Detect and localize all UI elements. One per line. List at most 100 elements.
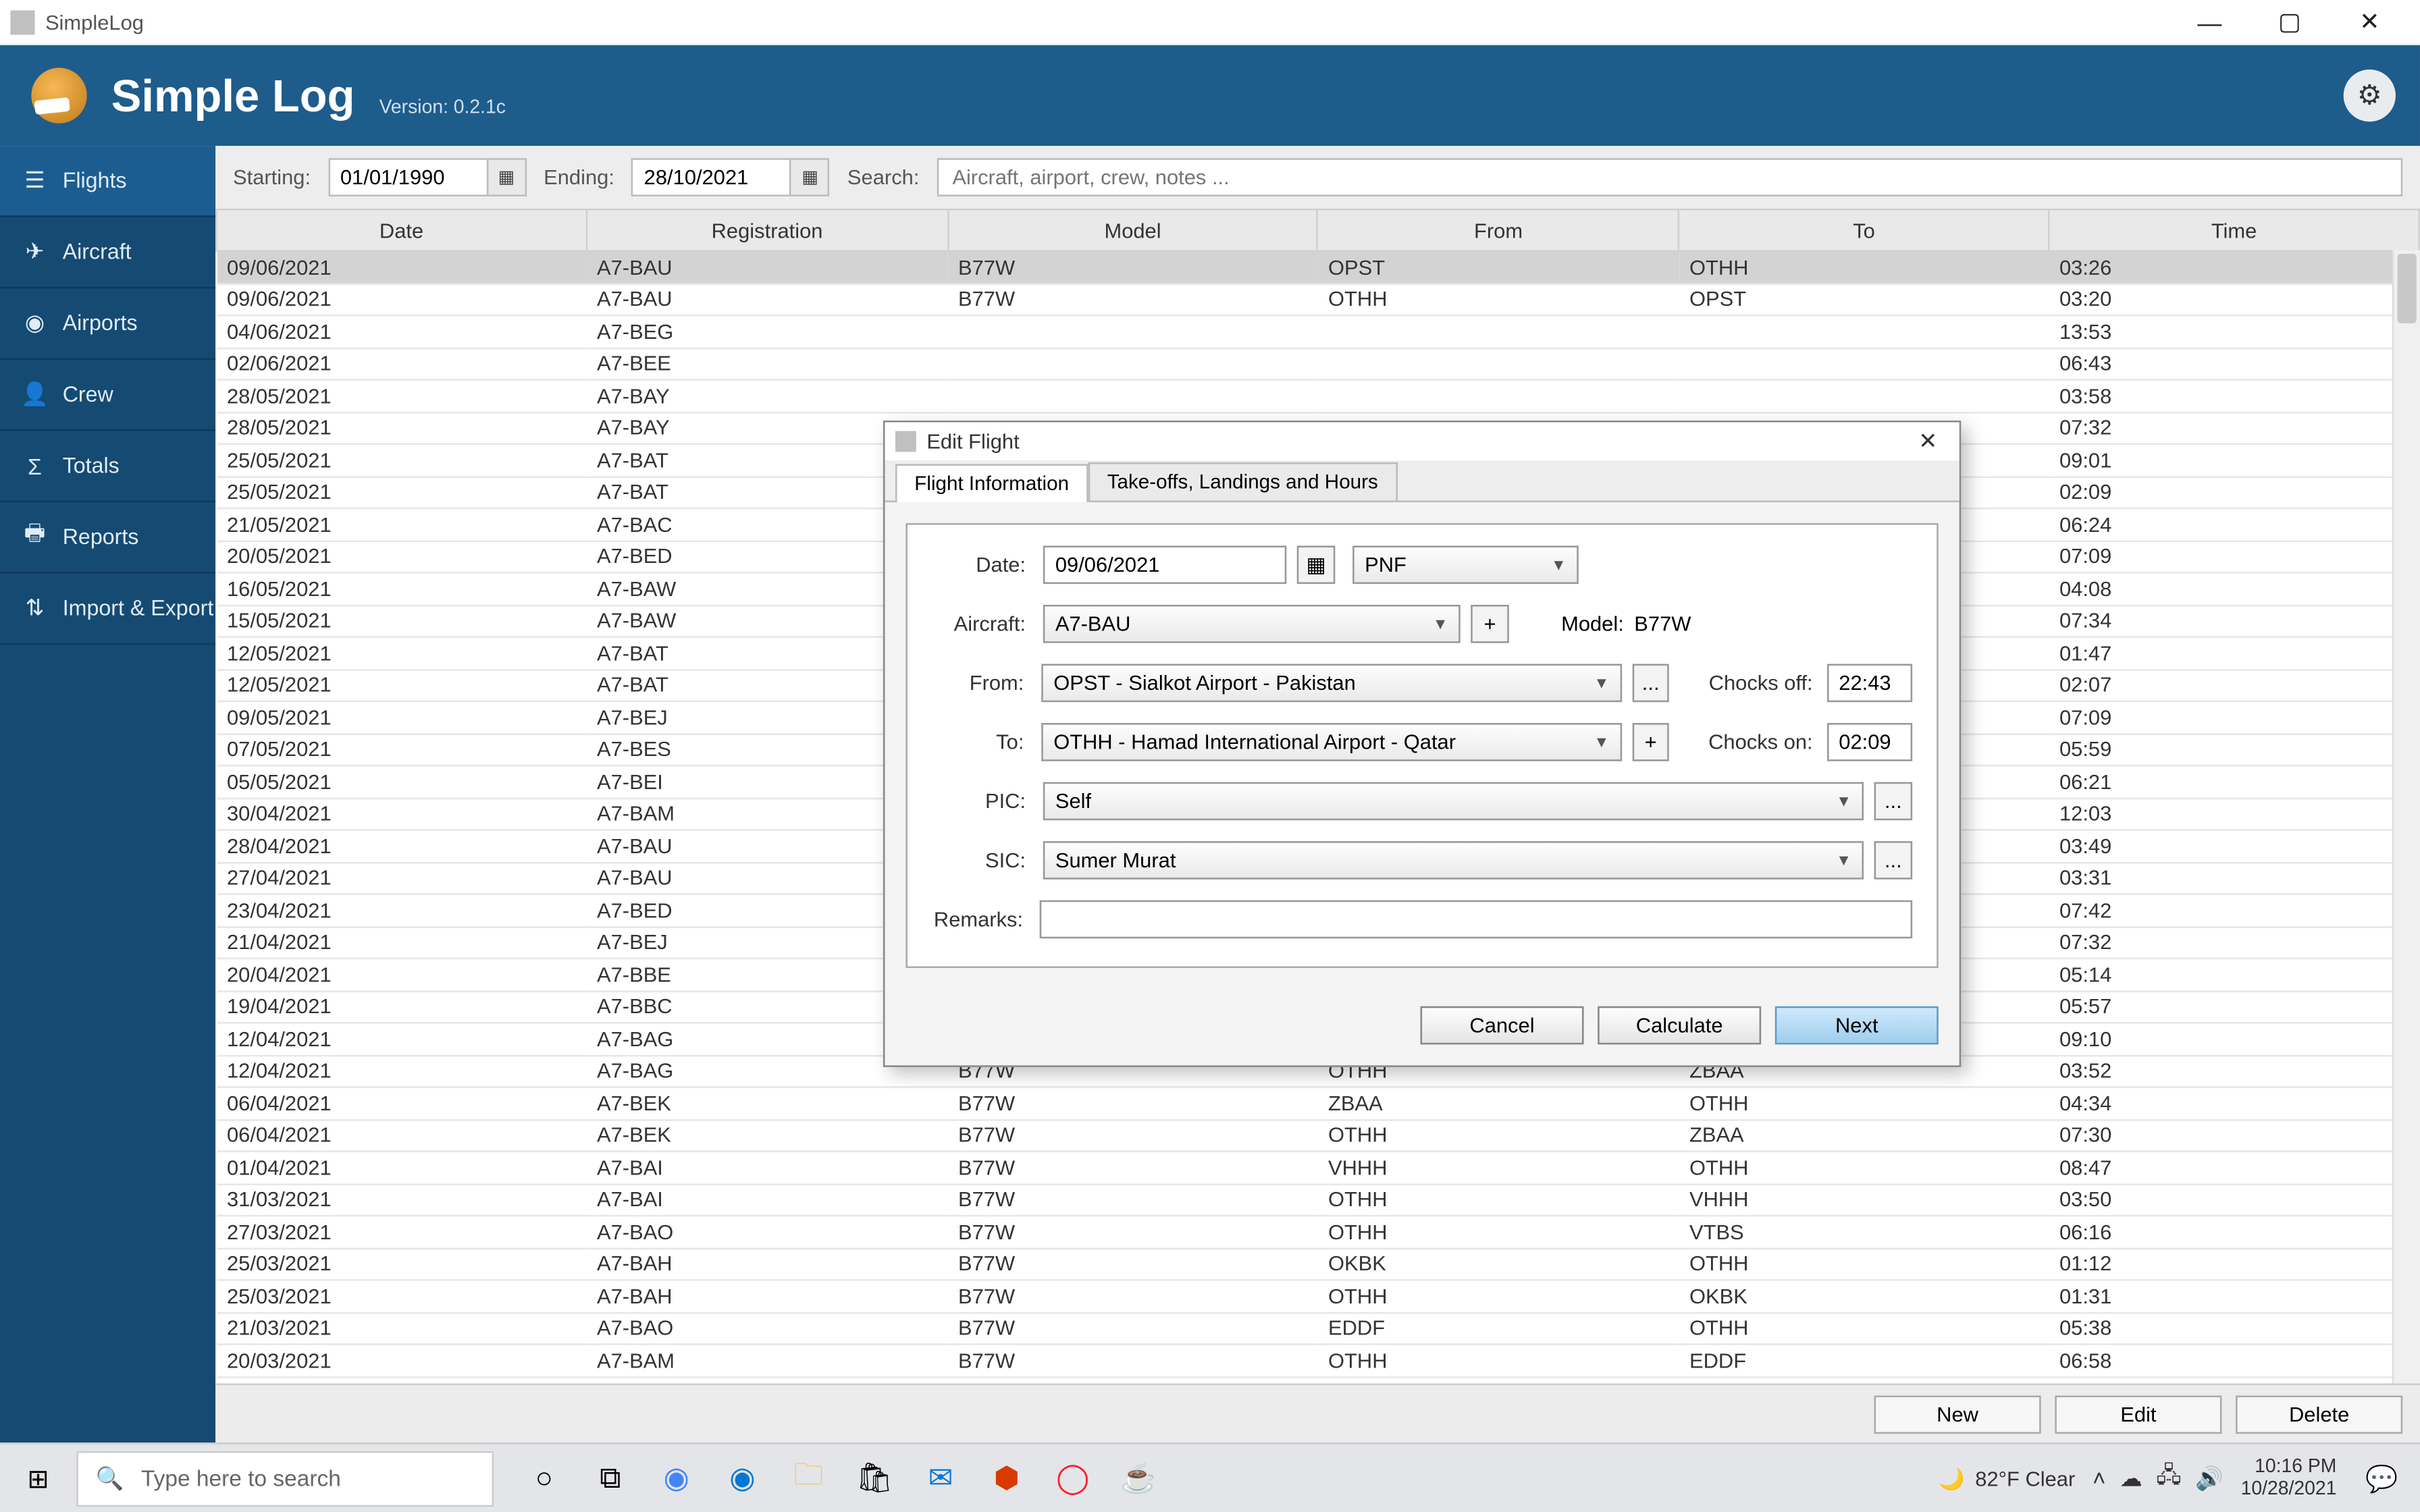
next-button[interactable]: Next [1775,1006,1939,1045]
to-airport-select[interactable]: OTHH - Hamad International Airport - Qat… [1041,723,1621,761]
table-row[interactable]: 31/03/2021A7-BAIB77WOTHHVHHH03:50 [217,1183,2419,1216]
col-registration[interactable]: Registration [587,209,948,251]
dialog-icon [895,431,916,452]
file-explorer-icon[interactable]: 🗀 [775,1443,841,1512]
col-time[interactable]: Time [2049,209,2419,251]
cell-time: 07:32 [2049,926,2419,959]
starting-date-input[interactable]: ▦ [328,158,527,196]
chocks-on-input[interactable]: 02:09 [1826,723,1912,761]
from-airport-select[interactable]: OPST - Sialkot Airport - Pakistan▼ [1041,664,1621,703]
sidebar-item-reports[interactable]: 🖶 Reports [0,502,215,574]
cell-date: 09/05/2021 [217,701,587,734]
col-to[interactable]: To [1679,209,2049,251]
role-select[interactable]: PNF▼ [1352,545,1579,584]
table-row[interactable]: 01/04/2021A7-BAIB77WVHHHOTHH08:47 [217,1152,2419,1184]
starting-date-field[interactable] [330,160,486,194]
cell-time: 03:50 [2049,1183,2419,1216]
ending-date-input[interactable]: ▦ [632,158,831,196]
tab-takeoffs-landings[interactable]: Take-offs, Landings and Hours [1088,462,1397,501]
dialog-close-button[interactable]: ✕ [1907,427,1949,455]
notifications-button[interactable]: 💬 [2354,1463,2409,1494]
table-row[interactable]: 06/04/2021A7-BEKB77WZBAAOTHH04:34 [217,1087,2419,1119]
edit-button[interactable]: Edit [2055,1395,2221,1433]
minimize-button[interactable]: — [2169,0,2249,45]
onedrive-icon[interactable]: ☁ [2120,1464,2142,1492]
from-airport-browse-button[interactable]: ... [1632,664,1670,703]
to-airport-add-button[interactable]: + [1632,723,1670,761]
cancel-button[interactable]: Cancel [1421,1006,1584,1045]
table-row[interactable]: 27/03/2021A7-BAOB77WOTHHVTBS06:16 [217,1216,2419,1248]
cell-date: 09/06/2021 [217,251,587,284]
add-aircraft-button[interactable]: + [1471,605,1509,643]
mail-icon[interactable]: ✉ [908,1443,974,1512]
table-row[interactable]: 09/06/2021A7-BAUB77WOTHHOPST03:20 [217,284,2419,316]
col-from[interactable]: From [1318,209,1679,251]
aircraft-select[interactable]: A7-BAU▼ [1043,605,1461,643]
tab-flight-information[interactable]: Flight Information [895,464,1088,502]
chrome-icon[interactable]: ◉ [643,1443,710,1512]
network-icon[interactable]: 🖧 [2156,1459,2181,1497]
remarks-input[interactable] [1041,900,1912,939]
table-row[interactable]: 04/06/2021A7-BEG13:53 [217,315,2419,348]
cortana-icon[interactable]: ○ [511,1443,577,1512]
calendar-icon[interactable]: ▦ [790,160,828,194]
scrollbar-thumb[interactable] [2398,254,2417,323]
sic-select[interactable]: Sumer Murat▼ [1043,841,1864,880]
close-button[interactable]: ✕ [2330,0,2409,45]
weather-widget[interactable]: 🌙 82°F Clear [1939,1466,2075,1490]
calculate-button[interactable]: Calculate [1598,1006,1761,1045]
sidebar-item-airports[interactable]: ◉ Airports [0,288,215,360]
sidebar-item-import-export[interactable]: ⇅ Import & Export [0,574,215,645]
table-row[interactable]: 28/05/2021A7-BAY03:58 [217,380,2419,412]
cell-reg: A7-BAO [587,1216,948,1248]
sidebar-item-label: Crew [63,382,113,406]
sidebar-item-aircraft[interactable]: ✈ Aircraft [0,217,215,289]
task-view-icon[interactable]: ⧉ [577,1443,643,1512]
volume-icon[interactable]: 🔊 [2195,1464,2224,1492]
sidebar-item-totals[interactable]: Σ Totals [0,431,215,503]
maximize-button[interactable]: ▢ [2250,0,2330,45]
start-button[interactable]: ⊞ [3,1443,73,1512]
delete-button[interactable]: Delete [2236,1395,2402,1433]
ending-date-field[interactable] [633,160,790,194]
table-row[interactable]: 09/06/2021A7-BAUB77WOPSTOTHH03:26 [217,251,2419,284]
sic-browse-button[interactable]: ... [1874,841,1913,880]
new-button[interactable]: New [1874,1395,2041,1433]
search-input[interactable] [937,158,2402,196]
table-row[interactable]: 06/04/2021A7-BEKB77WOTHHZBAA07:30 [217,1119,2419,1152]
pic-select[interactable]: Self▼ [1043,782,1864,821]
date-input[interactable]: 09/06/2021 [1043,545,1286,584]
opera-icon[interactable]: ◯ [1040,1443,1106,1512]
tray-chevron-icon[interactable]: ˄ [2093,1465,2106,1491]
pic-browse-button[interactable]: ... [1874,782,1913,821]
table-row[interactable]: 25/03/2021A7-BAHB77WOTHHOKBK01:31 [217,1280,2419,1312]
cell-model: B77W [948,1183,1318,1216]
settings-button[interactable]: ⚙ [2344,70,2396,122]
table-row[interactable]: 25/03/2021A7-BAHB77WOKBKOTHH01:12 [217,1248,2419,1280]
cell-time: 03:52 [2049,1055,2419,1087]
cell-from: EDDF [1318,1312,1679,1345]
cell-from: VHHH [1318,1152,1679,1184]
table-row[interactable]: 19/03/2021A7-BAUB77WOKBKOTHH01:12 [217,1376,2419,1383]
cell-time: 06:58 [2049,1345,2419,1377]
cell-date: 25/05/2021 [217,444,587,477]
col-model[interactable]: Model [948,209,1318,251]
vertical-scrollbar[interactable] [2392,250,2420,1384]
cell-date: 21/05/2021 [217,508,587,541]
sidebar-item-crew[interactable]: 👤 Crew [0,360,215,431]
edge-icon[interactable]: ◉ [709,1443,775,1512]
sidebar-item-flights[interactable]: ☰ Flights [0,146,215,217]
table-row[interactable]: 20/03/2021A7-BAMB77WOTHHEDDF06:58 [217,1345,2419,1377]
sidebar-item-label: Totals [63,454,120,478]
col-date[interactable]: Date [217,209,587,251]
java-icon[interactable]: ☕ [1106,1443,1172,1512]
calendar-button[interactable]: ▦ [1297,545,1336,584]
table-row[interactable]: 21/03/2021A7-BAOB77WEDDFOTHH05:38 [217,1312,2419,1345]
chocks-off-input[interactable]: 22:43 [1826,664,1912,703]
office-icon[interactable]: ⬢ [974,1443,1040,1512]
taskbar-clock[interactable]: 10:16 PM 10/28/2021 [2241,1455,2337,1501]
store-icon[interactable]: 🛍 [841,1443,908,1512]
table-row[interactable]: 02/06/2021A7-BEE06:43 [217,348,2419,380]
calendar-icon[interactable]: ▦ [486,160,525,194]
taskbar-search[interactable]: 🔍 Type here to search [76,1451,494,1506]
